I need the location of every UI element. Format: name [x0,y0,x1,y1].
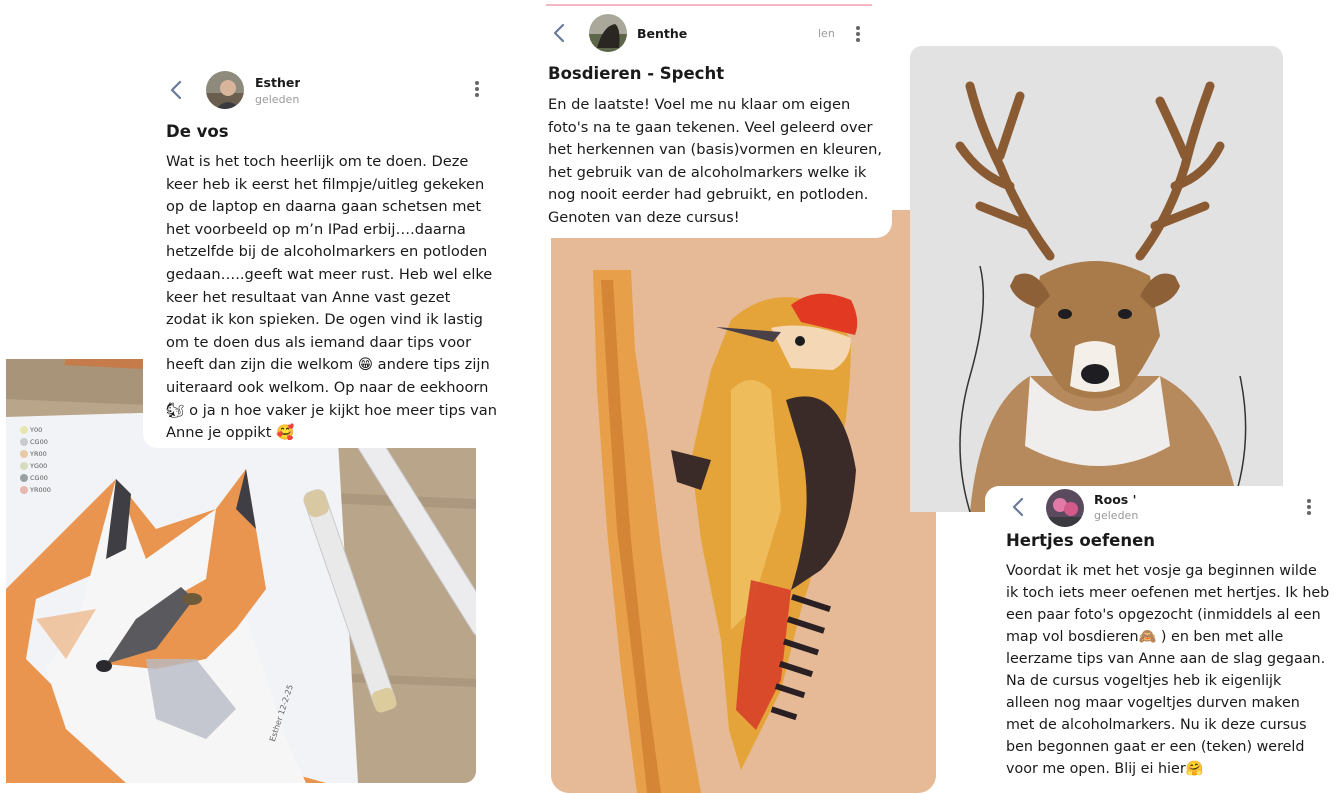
post-body-line: uiteraard ook welkom. Op naar de eekhoor… [166,378,489,396]
swatch-label: CG00 [30,474,48,482]
avatar[interactable] [1046,489,1084,527]
post-body-line: zodat ik kon spieken. De ogen vind ik la… [166,311,483,329]
post-time: len [818,27,835,40]
post-body-line: Genoten van deze cursus! [548,208,740,226]
post-body-line: foto's na te gaan tekenen. Veel geleerd … [548,118,873,136]
swatch-label: CG00 [30,438,48,446]
post-body-line: hetzelfde bij de alcoholmarkers en potlo… [166,243,488,261]
post-body-line: voor me open. Blij ei hier🤗 [1006,761,1204,777]
post-body-line: het herkennen van (basis)vormen en kleur… [548,141,882,159]
post-time: geleden [255,93,300,106]
swatch-labels: Y00 CG00 YR00 YG00 CG00 YR000 [30,424,51,496]
post-body-line: alleen nog maar vogeltjes durven maken [1006,695,1300,711]
post-body-line: heeft dan zijn die welkom 😁 andere tips … [166,356,490,374]
post-title: Bosdieren - Specht [548,64,725,83]
post-body-line: keer het resultaat van Anne vast gezet [166,288,451,306]
post-body-line: keer heb ik eerst het filmpje/uitleg gek… [166,175,485,193]
accent-line [546,4,872,6]
deer-drawing-photo [910,46,1283,512]
post-body-line: gedaan…..geeft wat meer rust. Heb wel el… [166,265,493,283]
post-card-roos: Roos ' geleden Hertjes oefenen Voordat i… [985,486,1340,793]
woodpecker-drawing-photo [551,210,936,793]
avatar[interactable] [589,14,627,52]
post-body-line: ben begonnen gaat er een (teken) wereld [1006,739,1305,755]
post-title: Hertjes oefenen [1006,531,1156,550]
post-body-line: op de laptop en daarna gaan schetsen met [166,198,482,216]
post-body-line: 🐿 o ja n hoe vaker je kijkt hoe meer tip… [166,401,497,419]
post-body-line: En de laatste! Voel me nu klaar om eigen [548,96,851,113]
swatch-label: YR00 [30,450,47,458]
post-body-line: Anne je oppikt 🥰 [166,424,295,442]
post-body: Voordat ik met het vosje ga beginnen wil… [1006,560,1329,780]
chevron-left-icon[interactable] [1009,495,1029,519]
post-body-line: een paar foto's opgezocht (inmiddels al … [1006,607,1321,623]
post-body-line: het gebruik van de alcoholmarkers welke … [548,163,867,181]
post-body-line: Wat is het toch heerlijk om te doen. Dez… [166,153,469,170]
post-body-line: met de alcoholmarkers. Nu ik deze cursus [1006,717,1307,733]
post-body-line: het voorbeeld op m’n IPad erbij….daarna [166,220,466,238]
post-card-benthe: Benthe Z len Bosdieren - Specht En de la… [544,4,892,238]
post-body-line: leerzame tips van Anne aan de slag gegaa… [1006,651,1326,667]
author-name[interactable]: Esther S [255,75,300,90]
avatar[interactable] [206,71,244,109]
post-body: Wat is het toch heerlijk om te doen. Dez… [166,151,497,445]
author-name[interactable]: Benthe Z [637,26,689,41]
post-body-line: Voordat ik met het vosje ga beginnen wil… [1006,563,1317,579]
more-vertical-icon[interactable] [853,24,863,44]
swatch-label: YG00 [30,462,48,470]
swatch-label: Y00 [30,426,43,434]
post-title: De vos [166,122,229,141]
author-name[interactable]: Roos ' [1094,492,1139,507]
post-time: geleden [1094,509,1139,522]
post-body-line: om te doen dus als iemand daar tips voor [166,333,472,351]
post-body-line: Na de cursus vogeltjes heb ik eigenlijk [1006,673,1282,689]
chevron-left-icon[interactable] [550,21,570,45]
post-card-esther: Esther S geleden De vos Wat is het toch … [143,60,510,448]
swatch-label: YR000 [30,486,51,494]
more-vertical-icon[interactable] [1304,497,1314,517]
more-vertical-icon[interactable] [472,79,482,99]
chevron-left-icon[interactable] [167,78,187,102]
post-body-line: map vol bosdieren🙈 ) en ben met alle [1006,629,1284,645]
post-body-line: ik toch iets meer oefenen met hertjes. I… [1006,585,1330,601]
post-body: En de laatste! Voel me nu klaar om eigen… [548,94,882,230]
post-body-line: nog nooit eerder had gebruikt, en potlod… [548,186,869,204]
